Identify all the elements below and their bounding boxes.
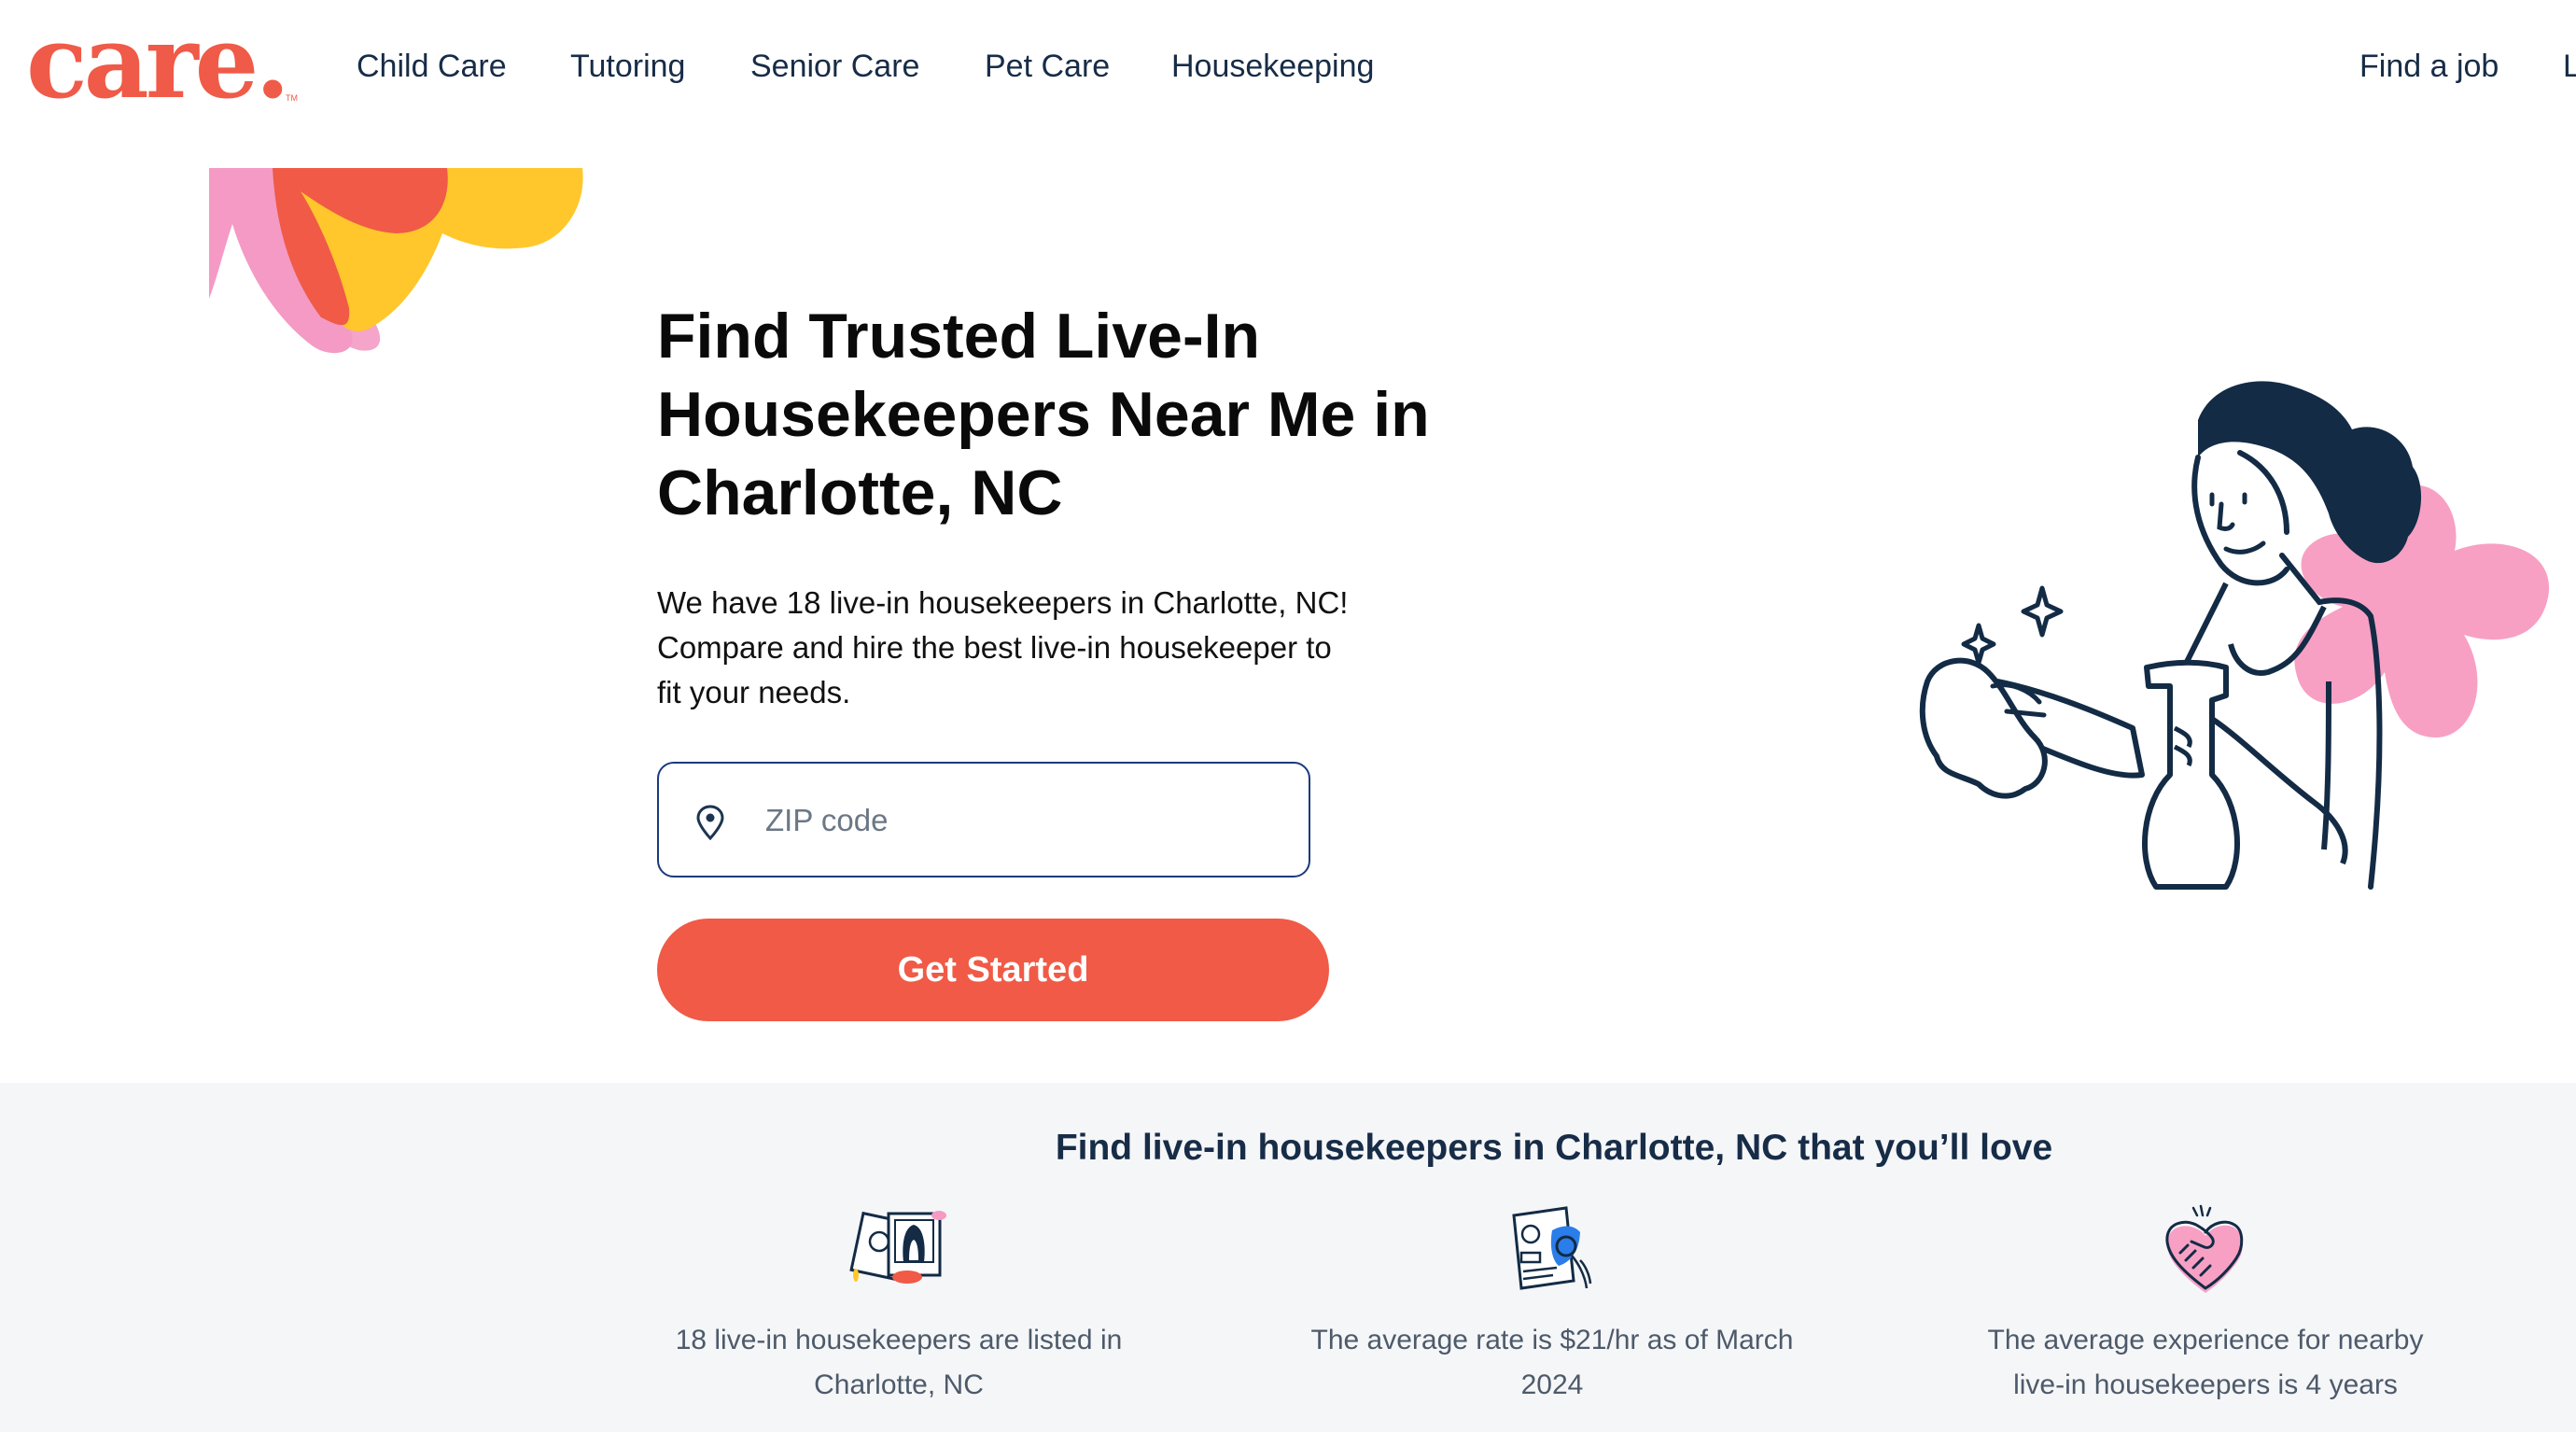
nav-find-a-job[interactable]: Find a job [2359,49,2499,85]
care-logo[interactable]: care. TM [26,11,306,114]
hero-description: We have 18 live-in housekeepers in Charl… [657,581,1422,715]
feature-average-rate: The average rate is $21/hr as of March 2… [1291,1204,1813,1408]
features-title: Find live-in housekeepers in Charlotte, … [1055,1128,2053,1168]
nav-child-care[interactable]: Child Care [357,49,507,85]
feature-text-line: live-in housekeepers is 4 years [2013,1369,2398,1400]
hero-description-line: fit your needs. [657,675,851,709]
hero-title-line: Housekeepers Near Me in [657,379,1430,450]
zip-field[interactable] [657,762,1310,877]
feature-text-line: Charlotte, NC [814,1369,984,1400]
location-pin-icon [696,805,724,840]
nav-housekeeping[interactable]: Housekeeping [1171,49,1374,85]
logo-trademark: TM [286,93,298,103]
nav-pet-care[interactable]: Pet Care [985,49,1110,85]
feature-text-line: The average experience for nearby [1987,1325,2424,1355]
nav-log-in-clipped[interactable]: L [2563,49,2576,85]
logo-wordmark: care. [26,4,290,121]
woman-cleaning-illustration [1919,381,2550,890]
feature-text-line: 18 live-in housekeepers are listed in [675,1325,1123,1355]
nav-senior-care[interactable]: Senior Care [750,49,919,85]
hero-title-line: Charlotte, NC [657,457,1063,528]
hero-description-line: Compare and hire the best live-in housek… [657,630,1332,665]
get-started-button[interactable]: Get Started [657,919,1329,1021]
feature-text-line: 2024 [1520,1369,1584,1400]
background-check-document-icon [1512,1206,1592,1290]
feature-text-line: The average rate is $21/hr as of March [1310,1325,1794,1355]
hero-title: Find Trusted Live-In Housekeepers Near M… [657,297,1497,532]
feature-listed-count: 18 live-in housekeepers are listed in Ch… [637,1204,1160,1408]
features-section: Find live-in housekeepers in Charlotte, … [0,1083,2576,1432]
hero-title-line: Find Trusted Live-In [657,301,1261,372]
profile-photos-icon [849,1211,946,1284]
handshake-heart-icon [2165,1204,2244,1293]
feature-average-experience: The average experience for nearby live-i… [1944,1204,2467,1408]
decorative-flower-icon [209,168,583,354]
zip-input[interactable] [763,764,1290,877]
nav-tutoring[interactable]: Tutoring [570,49,685,85]
feature-text: The average experience for nearby live-i… [1944,1318,2467,1408]
hero-description-line: We have 18 live-in housekeepers in Charl… [657,585,1349,620]
feature-text: 18 live-in housekeepers are listed in Ch… [637,1318,1160,1408]
feature-text: The average rate is $21/hr as of March 2… [1291,1318,1813,1408]
site-header: care. TM Child Care Tutoring Senior Care… [0,0,2576,140]
